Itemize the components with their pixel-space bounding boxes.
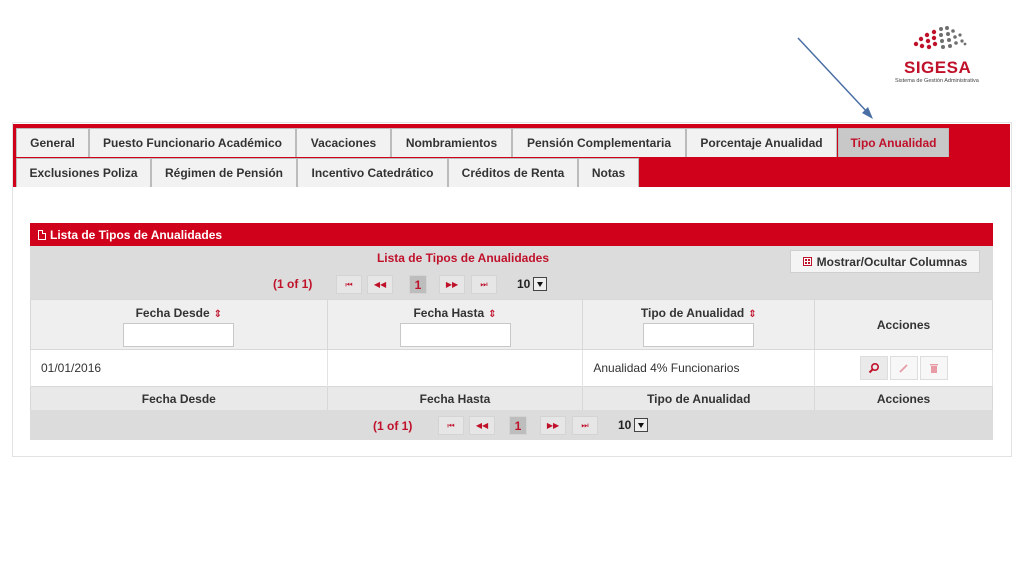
panel-header: Lista de Tipos de Anualidades bbox=[30, 223, 993, 246]
first-page-button[interactable]: ⏮ bbox=[336, 275, 362, 294]
column-header-fecha-desde[interactable]: Fecha Desde ⇕ bbox=[30, 299, 328, 350]
column-header-label: Fecha Desde bbox=[135, 306, 210, 320]
rows-per-page-select[interactable]: 10 bbox=[517, 275, 548, 293]
rows-per-page-select[interactable]: 10 bbox=[618, 416, 649, 434]
tab-regimen-pension[interactable]: Régimen de Pensión bbox=[151, 158, 297, 187]
tab-general[interactable]: General bbox=[16, 128, 89, 157]
tab-nombramientos[interactable]: Nombramientos bbox=[391, 128, 512, 157]
tipo-anualidad-filter-input[interactable] bbox=[643, 323, 755, 347]
tab-bar: General Puesto Funcionario Académico Vac… bbox=[13, 124, 1010, 187]
tab-vacaciones[interactable]: Vacaciones bbox=[296, 128, 391, 157]
page-count: (1 of 1) bbox=[273, 277, 313, 291]
last-page-button[interactable]: ⏭ bbox=[572, 416, 598, 435]
current-page-button[interactable]: 1 bbox=[409, 275, 427, 294]
annotation-arrow-icon bbox=[797, 37, 873, 119]
sort-icon[interactable]: ⇕ bbox=[488, 309, 496, 320]
sigesa-logo: SIGESA Sistema de Gestión Administrativa bbox=[892, 20, 992, 88]
tab-porcentaje-anualidad[interactable]: Porcentaje Anualidad bbox=[686, 128, 837, 157]
column-header-label: Tipo de Anualidad bbox=[640, 306, 745, 320]
dropdown-arrow-icon[interactable] bbox=[533, 277, 548, 291]
page-count: (1 of 1) bbox=[373, 419, 413, 433]
logo-tagline: Sistema de Gestión Administrativa bbox=[895, 78, 979, 84]
paginator-bottom: (1 of 1) ⏮ ◀◀ 1 ▶▶ ⏭ 10 bbox=[30, 410, 993, 440]
data-table: Fecha Desde ⇕ Fecha Hasta ⇕ Tipo de Anuali… bbox=[30, 299, 993, 411]
footer-fecha-hasta: Fecha Hasta bbox=[326, 386, 584, 411]
rows-per-page-value: 10 bbox=[618, 418, 632, 432]
tab-puesto-funcionario[interactable]: Puesto Funcionario Académico bbox=[89, 128, 296, 157]
tab-notas[interactable]: Notas bbox=[578, 158, 639, 187]
prev-page-button[interactable]: ◀◀ bbox=[469, 416, 495, 435]
sort-icon[interactable]: ⇕ bbox=[748, 309, 756, 320]
trash-icon bbox=[929, 363, 938, 373]
last-page-button[interactable]: ⏭ bbox=[471, 275, 497, 294]
paginator-top: Lista de Tipos de Anualidades (1 of 1) ⏮… bbox=[30, 246, 993, 299]
tab-exclusiones-poliza[interactable]: Exclusiones Poliza bbox=[16, 158, 151, 187]
footer-tipo-anualidad: Tipo de Anualidad bbox=[582, 386, 816, 411]
fecha-hasta-filter-input[interactable] bbox=[399, 323, 511, 347]
column-header-acciones: Acciones bbox=[814, 299, 993, 350]
footer-fecha-desde: Fecha Desde bbox=[30, 386, 328, 411]
tab-pension-complementaria[interactable]: Pensión Complementaria bbox=[512, 128, 686, 157]
column-header-label: Acciones bbox=[876, 317, 931, 332]
rows-per-page-value: 10 bbox=[517, 277, 531, 291]
toggle-columns-button[interactable]: Mostrar/Ocultar Columnas bbox=[790, 250, 980, 273]
current-page-button[interactable]: 1 bbox=[509, 416, 527, 435]
dropdown-arrow-icon[interactable] bbox=[634, 418, 649, 432]
table-caption: Lista de Tipos de Anualidades bbox=[376, 251, 550, 265]
footer-acciones: Acciones bbox=[814, 386, 993, 411]
first-page-button[interactable]: ⏮ bbox=[438, 416, 464, 435]
edit-button[interactable] bbox=[889, 356, 918, 380]
toggle-columns-label: Mostrar/Ocultar Columnas bbox=[816, 254, 968, 269]
column-header-tipo-anualidad[interactable]: Tipo de Anualidad ⇕ bbox=[582, 299, 816, 350]
sort-icon[interactable]: ⇕ bbox=[214, 309, 222, 320]
logo-brand: SIGESA bbox=[904, 58, 972, 77]
panel-title: Lista de Tipos de Anualidades bbox=[50, 227, 223, 242]
column-header-label: Fecha Hasta bbox=[413, 306, 485, 320]
logo-dots-icon bbox=[913, 26, 967, 50]
cell-fecha-desde: 01/01/2016 bbox=[30, 349, 328, 387]
column-header-fecha-hasta[interactable]: Fecha Hasta ⇕ bbox=[326, 299, 584, 350]
next-page-button[interactable]: ▶▶ bbox=[439, 275, 465, 294]
document-icon bbox=[38, 229, 46, 240]
magnifier-icon bbox=[868, 362, 879, 374]
cell-tipo-anualidad: Anualidad 4% Funcionarios bbox=[582, 349, 816, 387]
tab-creditos-renta[interactable]: Créditos de Renta bbox=[448, 158, 578, 187]
table-row[interactable]: 01/01/2016 Anualidad 4% Funcionarios bbox=[30, 349, 993, 387]
view-button[interactable] bbox=[859, 356, 888, 380]
cell-fecha-hasta bbox=[326, 349, 584, 387]
prev-page-button[interactable]: ◀◀ bbox=[367, 275, 393, 294]
next-page-button[interactable]: ▶▶ bbox=[540, 416, 566, 435]
pencil-icon bbox=[899, 363, 908, 373]
tab-tipo-anualidad[interactable]: Tipo Anualidad bbox=[838, 128, 949, 157]
cell-acciones bbox=[814, 349, 993, 387]
delete-button[interactable] bbox=[919, 356, 948, 380]
tab-incentivo-catedratico[interactable]: Incentivo Catedrático bbox=[297, 158, 448, 187]
grid-icon bbox=[802, 257, 812, 266]
row-actions bbox=[815, 356, 992, 380]
fecha-desde-filter-input[interactable] bbox=[123, 323, 235, 347]
